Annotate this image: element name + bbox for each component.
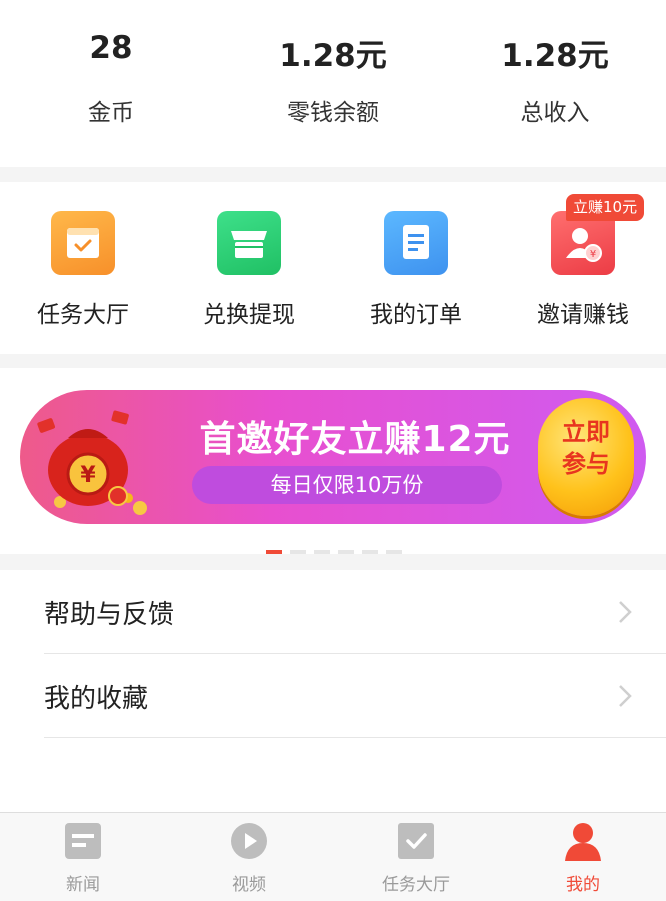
coins-value: 28: [89, 30, 133, 66]
income-value: 1.28元: [501, 38, 609, 74]
video-play-icon: [231, 823, 267, 859]
carousel-dot[interactable]: [362, 550, 378, 554]
task-hall-icon: [51, 211, 115, 275]
news-icon: [65, 823, 101, 859]
chevron-right-icon: [619, 601, 632, 623]
carousel-dot[interactable]: [290, 550, 306, 554]
svg-text:¥: ¥: [590, 249, 596, 260]
tab-news[interactable]: 新闻: [0, 813, 166, 901]
invite-banner[interactable]: ¥ 首邀好友立赚12元 每日仅限10万份 立即 参与: [20, 390, 646, 524]
join-button-line1: 立即: [562, 418, 610, 446]
tab-mine[interactable]: 我的: [500, 813, 666, 901]
coins-label: 金币: [88, 100, 134, 126]
menu-exchange-label: 兑换提现: [203, 302, 295, 328]
banner-title: 首邀好友立赚12元: [199, 419, 511, 460]
balance-value: 1.28元: [279, 38, 387, 74]
order-icon: [384, 211, 448, 275]
balance-label: 零钱余额: [287, 100, 379, 126]
tab-video-label: 视频: [232, 875, 266, 895]
menu-my-orders[interactable]: 我的订单: [333, 182, 499, 354]
tab-mine-label: 我的: [566, 875, 600, 895]
tab-video[interactable]: 视频: [166, 813, 332, 901]
svg-text:¥: ¥: [80, 463, 96, 488]
tab-task-hall[interactable]: 任务大厅: [333, 813, 499, 901]
stats-panel: 28 金币 1.28元 零钱余额 1.28元 总收入: [0, 0, 666, 167]
carousel-dot[interactable]: [266, 550, 282, 554]
income-label: 总收入: [520, 100, 590, 126]
carousel-dot[interactable]: [338, 550, 354, 554]
help-feedback-label: 帮助与反馈: [44, 600, 175, 630]
banner-carousel: ¥ 首邀好友立赚12元 每日仅限10万份 立即 参与: [0, 368, 666, 554]
list-item-help-feedback[interactable]: 帮助与反馈: [0, 570, 666, 654]
task-check-icon: [398, 823, 434, 859]
join-button-label: 立即 参与: [550, 416, 622, 480]
tab-news-label: 新闻: [66, 875, 100, 895]
tab-task-hall-label: 任务大厅: [382, 875, 450, 895]
list-item-favorites[interactable]: 我的收藏: [0, 654, 666, 738]
menu-invite-label: 邀请赚钱: [537, 302, 629, 328]
chevron-right-icon: [619, 685, 632, 707]
join-button-line2: 参与: [562, 450, 610, 478]
red-envelope-bag-icon: ¥: [37, 410, 147, 515]
menu-task-hall-label: 任务大厅: [37, 302, 129, 328]
carousel-dot[interactable]: [314, 550, 330, 554]
favorites-label: 我的收藏: [44, 684, 149, 714]
menu-exchange-withdraw[interactable]: 兑换提现: [166, 182, 332, 354]
store-icon: [217, 211, 281, 275]
menu-orders-label: 我的订单: [370, 302, 462, 328]
settings-list: 帮助与反馈 我的收藏: [0, 570, 666, 812]
bottom-tab-bar: 新闻 视频 任务大厅 我的: [0, 812, 666, 901]
banner-subtitle: 每日仅限10万份: [270, 473, 424, 497]
carousel-dot[interactable]: [386, 550, 402, 554]
invite-reward-badge: 立赚10元: [566, 194, 645, 221]
divider: [44, 737, 666, 738]
menu-task-hall[interactable]: 任务大厅: [0, 182, 166, 354]
user-icon: [565, 823, 601, 861]
